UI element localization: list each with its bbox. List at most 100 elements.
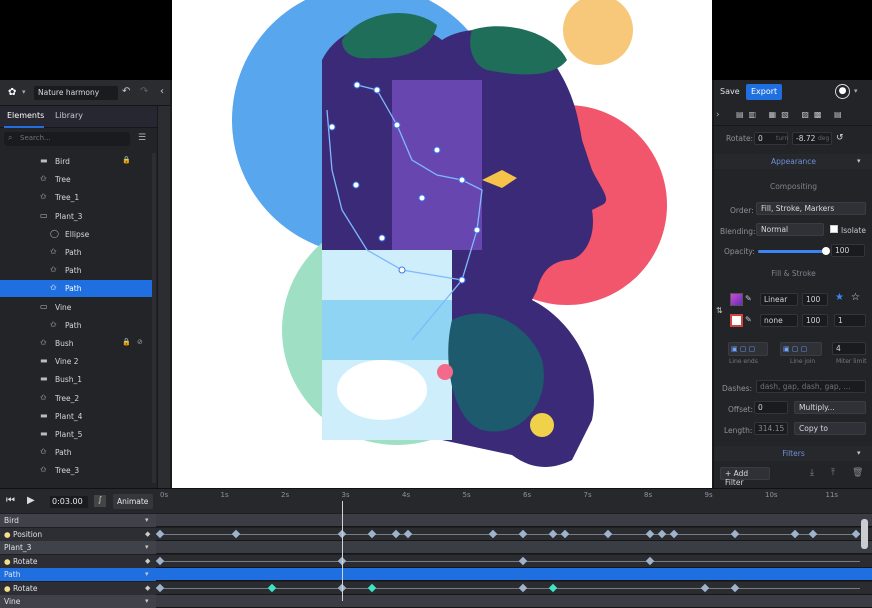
keyframe-diamond[interactable] — [518, 556, 528, 565]
opacity-slider-handle[interactable] — [822, 247, 830, 255]
stroke-opacity-input[interactable]: 100 — [802, 314, 828, 327]
keyframe-diamond[interactable] — [549, 583, 558, 592]
tree-item[interactable]: ✩ Tree_1 — [0, 189, 152, 206]
filters-header[interactable]: Filters — [714, 446, 872, 461]
offset-input[interactable]: 0 — [754, 401, 788, 414]
keyframe-diamond[interactable] — [155, 556, 165, 565]
timeline-row[interactable]: ● Rotate ◆ — [0, 581, 872, 595]
tree-item[interactable]: ▭ Plant_3 — [0, 208, 152, 225]
blending-select[interactable]: Normal — [756, 223, 824, 236]
document-name-field[interactable]: Nature harmony — [34, 86, 118, 100]
tree-item[interactable]: ▬ Bird 🔒 — [0, 153, 152, 170]
keyframe-diamond[interactable] — [851, 529, 860, 538]
timeline-scrollbar[interactable] — [861, 519, 868, 549]
artboard-canvas[interactable] — [172, 0, 712, 488]
timeline-row[interactable]: Bird ▾ — [0, 514, 872, 527]
keyframe-diamond[interactable] — [391, 529, 401, 538]
tree-item[interactable]: ✩ Path — [0, 262, 152, 279]
miter-limit-input[interactable]: 4 — [832, 342, 866, 355]
order-select[interactable]: Fill, Stroke, Markers — [756, 202, 866, 215]
rotate-tool-icon[interactable]: ↺ — [836, 133, 844, 143]
isolate-checkbox[interactable] — [830, 225, 838, 233]
keyframe-toggle-icon[interactable]: ◆ — [145, 584, 150, 592]
time-display[interactable]: 0:03.00 — [50, 496, 88, 508]
stroke-type-select[interactable]: none — [760, 314, 798, 327]
trash-icon[interactable]: 🗑 — [852, 468, 863, 478]
keyframe-diamond[interactable] — [155, 583, 165, 592]
chevron-right-icon[interactable]: › — [716, 110, 720, 120]
eyedropper-icon[interactable]: ✎ — [745, 294, 752, 303]
keyframe-diamond[interactable] — [267, 583, 277, 592]
tree-item[interactable]: ▬ Bush_1 — [0, 371, 152, 388]
collapse-panel-icon[interactable]: ‹ — [160, 86, 164, 97]
keyframe-diamond[interactable] — [367, 583, 376, 592]
keyframe-diamond[interactable] — [730, 529, 739, 538]
tree-item[interactable]: ✩ Tree_3 — [0, 462, 152, 479]
skip-back-icon[interactable]: ⏮ — [6, 495, 15, 506]
keyframe-diamond[interactable] — [488, 529, 497, 538]
keyframe-diamond[interactable] — [561, 529, 570, 538]
play-icon[interactable]: ▶ — [27, 495, 35, 506]
length-mode-select[interactable]: Copy to — [794, 422, 866, 435]
save-button[interactable]: Save — [720, 87, 740, 96]
tree-item[interactable]: ✩ Path — [0, 244, 152, 261]
stroke-width-input[interactable]: 1 — [834, 314, 866, 327]
chevron-down-icon[interactable]: ▾ — [857, 157, 861, 165]
stroke-swatch[interactable] — [730, 314, 743, 327]
chevron-down-icon[interactable]: ▾ — [145, 570, 149, 578]
fill-swatch[interactable] — [730, 293, 743, 306]
playhead[interactable] — [341, 501, 343, 601]
appearance-header[interactable]: Appearance — [714, 154, 872, 169]
keyframe-diamond[interactable] — [155, 529, 165, 538]
move-up-icon[interactable]: ⤒ — [831, 468, 835, 478]
tab-elements[interactable]: Elements — [7, 111, 44, 120]
keyframe-diamond[interactable] — [700, 583, 709, 592]
keyframe-diamond[interactable] — [518, 583, 528, 592]
redo-icon[interactable]: ↷ — [140, 86, 148, 97]
align-tools[interactable]: ▤▥ ▦▧ ▨▩ ▤ — [736, 110, 847, 119]
keyframe-diamond[interactable] — [518, 529, 528, 538]
eyedropper-icon[interactable]: ✎ — [745, 315, 752, 324]
keyframe-diamond[interactable] — [603, 529, 612, 538]
chevron-down-icon[interactable]: ▾ — [22, 88, 26, 96]
undo-icon[interactable]: ↶ — [122, 86, 130, 97]
fill-opacity-input[interactable]: 100 — [802, 293, 828, 306]
keyframe-diamond[interactable] — [403, 529, 413, 538]
keyframe-diamond[interactable] — [231, 529, 240, 538]
tree-item[interactable]: ✩ Bush 🔒 ⊘ — [0, 335, 152, 352]
timeline-row[interactable]: ● Position ◆ — [0, 527, 872, 541]
timeline-ruler[interactable]: 0s 1s 2s 3s 4s 5s 6s 7s 8s 9s 10s 11s — [157, 489, 872, 513]
user-avatar-icon[interactable]: ● — [835, 84, 850, 99]
keyframe-diamond[interactable] — [670, 529, 679, 538]
tree-item[interactable]: ✩ Path — [0, 280, 152, 298]
tree-item[interactable]: ✩ Tree — [0, 171, 152, 188]
keyframe-diamond[interactable] — [730, 583, 739, 592]
tab-library[interactable]: Library — [55, 111, 83, 120]
opacity-input[interactable]: 100 — [831, 244, 865, 257]
lock-icon[interactable]: 🔒 — [122, 156, 131, 164]
tree-item[interactable]: ✩ Path — [0, 444, 152, 461]
timeline-row[interactable]: Path ▾ — [0, 568, 872, 581]
chevron-down-icon[interactable]: ▾ — [145, 516, 149, 524]
keyframe-diamond[interactable] — [809, 529, 818, 538]
animate-button[interactable]: Animate — [113, 494, 153, 509]
keyframe-toggle-icon[interactable]: ◆ — [145, 530, 150, 538]
swap-icon[interactable]: ⇅ — [716, 306, 723, 315]
keyframe-diamond[interactable] — [645, 556, 655, 565]
opacity-slider-track[interactable] — [758, 250, 826, 253]
keyframe-diamond[interactable] — [367, 529, 376, 538]
chevron-down-icon[interactable]: ▾ — [854, 87, 858, 95]
keyframe-diamond[interactable] — [791, 529, 800, 538]
fill-type-select[interactable]: Linear — [760, 293, 798, 306]
dashes-input[interactable]: dash, gap, dash, gap, ... — [756, 380, 866, 393]
keyframe-diamond[interactable] — [657, 529, 667, 538]
star-outline-icon[interactable]: ☆ — [851, 292, 860, 303]
hidden-eye-icon[interactable]: ⊘ — [137, 338, 143, 346]
easing-icon[interactable]: ∫ — [94, 495, 106, 507]
tree-item[interactable]: ✩ Path — [0, 317, 152, 334]
chevron-down-icon[interactable]: ▾ — [145, 543, 149, 551]
tree-item[interactable]: ▬ Plant_5 — [0, 426, 152, 443]
search-input[interactable]: Search... — [4, 132, 130, 146]
length-input[interactable]: 314.15 — [754, 422, 788, 435]
tree-item[interactable]: ▬ Plant_4 — [0, 408, 152, 425]
